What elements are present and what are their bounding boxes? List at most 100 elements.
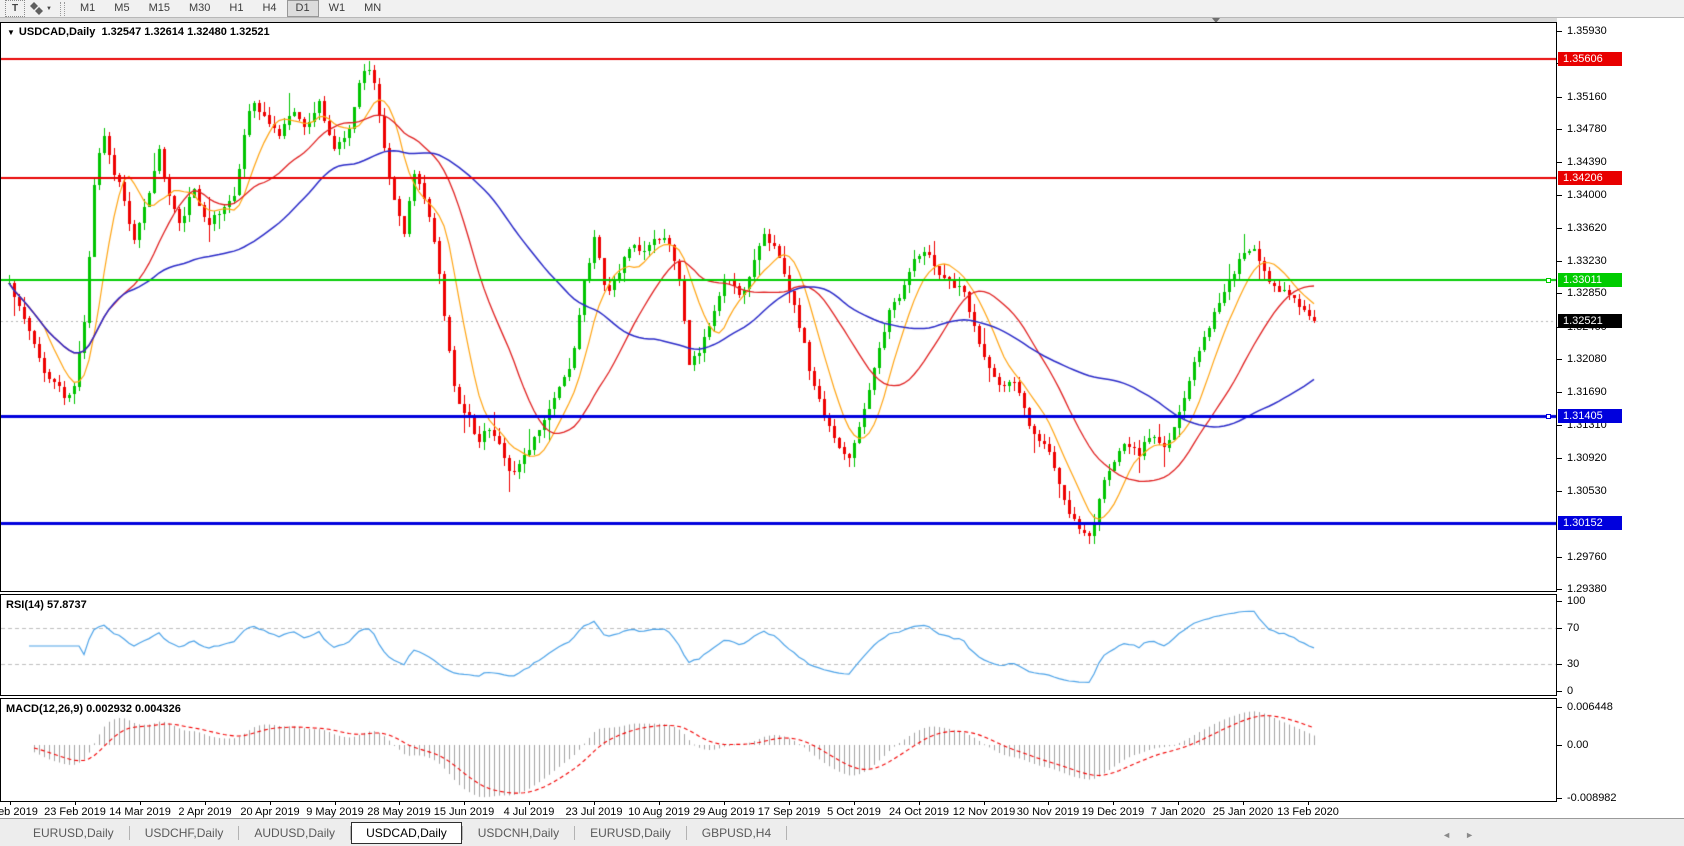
chart-tab-usdchf-daily[interactable]: USDCHF,Daily [130,822,239,844]
date-axis-label: 4 Jul 2019 [504,806,555,818]
price-axis-label: 0.006448 [1567,701,1613,713]
timeframe-button-m15[interactable]: M15 [140,0,179,17]
price-axis-tick [1556,359,1562,360]
chart-tab-eurusd-daily[interactable]: EURUSD,Daily [575,822,686,844]
timeframe-buttons: M1M5M15M30H1H4D1W1MN [71,0,391,17]
price-axis-label: 1.33620 [1567,222,1607,234]
tab-scroll-arrows: ◄ ► [1442,830,1474,840]
date-axis-label: 12 Nov 2019 [953,806,1015,818]
price-axis-label: 1.30920 [1567,452,1607,464]
price-axis-tick [1556,557,1562,558]
date-axis-label: 13 Feb 2020 [1277,806,1339,818]
price-axis-tick [1556,261,1562,262]
date-axis-label: 9 May 2019 [306,806,363,818]
date-axis-tick [10,802,11,805]
chart-tab-eurusd-daily[interactable]: EURUSD,Daily [18,822,129,844]
ohlc-quote: 1.32547 1.32614 1.32480 1.32521 [101,26,269,38]
price-axis-label: 1.31690 [1567,386,1607,398]
price-axis-tick [1556,228,1562,229]
rsi-label: RSI(14) 57.8737 [6,599,87,611]
price-level-badge: 1.32521 [1558,314,1622,328]
symbol-title: USDCAD,Daily [19,26,95,38]
timeframe-button-m30[interactable]: M30 [180,0,219,17]
date-axis-label: 7 Jan 2020 [1151,806,1205,818]
date-axis-tick [464,802,465,805]
price-axis-tick [1556,195,1562,196]
date-axis-tick [270,802,271,805]
price-axis-label: 1.29760 [1567,551,1607,563]
price-axis-tick [1556,707,1562,708]
timeframe-button-w1[interactable]: W1 [320,0,355,17]
price-level-badge: 1.30152 [1558,516,1622,530]
price-axis-tick [1556,392,1562,393]
date-axis-label: 10 Aug 2019 [628,806,690,818]
timeframe-button-m5[interactable]: M5 [105,0,138,17]
chart-tab-usdcnh-daily[interactable]: USDCNH,Daily [463,822,574,844]
price-axis-tick [1556,664,1562,665]
chart-tab-gbpusd-h4[interactable]: GBPUSD,H4 [687,822,786,844]
price-axis-tick [1556,293,1562,294]
price-axis-label: 1.35160 [1567,91,1607,103]
price-axis-tick [1556,628,1562,629]
price-axis-tick [1556,162,1562,163]
price-axis-tick [1556,601,1562,602]
date-axis-tick [1178,802,1179,805]
date-axis-label: 28 May 2019 [367,806,431,818]
tab-scroll-left-icon[interactable]: ◄ [1442,830,1451,840]
price-axis-tick [1556,425,1562,426]
price-axis-label: 70 [1567,622,1579,634]
price-axis-label: 1.33230 [1567,255,1607,267]
price-axis-tick [1556,589,1562,590]
date-axis-label: 23 Feb 2019 [44,806,106,818]
date-axis-tick [1308,802,1309,805]
timeframe-button-h1[interactable]: H1 [220,0,252,17]
price-axis-label: 1.29380 [1567,583,1607,595]
price-axis-label: 100 [1567,595,1585,607]
price-axis-label: 1.35930 [1567,25,1607,37]
price-axis-tick [1556,31,1562,32]
date-axis-tick [659,802,660,805]
trading-terminal-window: T ▼ M1M5M15M30H1H4D1W1MN ▼ USDCAD,Daily 1… [0,0,1684,846]
price-axis-label: 1.30530 [1567,485,1607,497]
date-axis-tick [205,802,206,805]
price-level-badge: 1.34206 [1558,171,1622,185]
level-line-handle[interactable] [1546,278,1551,283]
tab-scroll-right-icon[interactable]: ► [1465,830,1474,840]
pointer-mode-button[interactable]: ▼ [28,1,54,16]
price-axis-label: -0.008982 [1567,792,1617,804]
date-axis-label: 23 Jul 2019 [566,806,623,818]
price-axis-label: 30 [1567,658,1579,670]
date-axis-tick [75,802,76,805]
macd-canvas[interactable] [1,699,1556,801]
price-level-badge: 1.33011 [1558,273,1622,287]
date-axis-tick [594,802,595,805]
level-line-handle[interactable] [1546,414,1551,419]
price-axis-tick [1556,691,1562,692]
price-axis-tick [1556,458,1562,459]
date-axis-tick [854,802,855,805]
rsi-canvas[interactable] [1,595,1556,695]
toolbar: T ▼ M1M5M15M30H1H4D1W1MN [0,0,1684,18]
price-axis-label: 0 [1567,685,1573,697]
timeframe-button-mn[interactable]: MN [355,0,390,17]
price-axis-label: 1.32080 [1567,353,1607,365]
chart-tab-audusd-daily[interactable]: AUDUSD,Daily [239,822,350,844]
date-axis-label: 29 Aug 2019 [693,806,755,818]
timeframe-button-h4[interactable]: H4 [253,0,285,17]
date-axis-tick [724,802,725,805]
price-level-badge: 1.35606 [1558,52,1622,66]
price-axis-label: 1.34000 [1567,189,1607,201]
date-axis-tick [1113,802,1114,805]
sort-arrows-icon [30,2,43,15]
timeframe-button-m1[interactable]: M1 [71,0,104,17]
chart-header: ▼ USDCAD,Daily 1.32547 1.32614 1.32480 1.… [7,26,270,38]
text-tool-button[interactable]: T [5,0,25,17]
date-axis-label: 24 Oct 2019 [889,806,949,818]
price-axis-label: 0.00 [1567,739,1588,751]
date-axis-tick [1243,802,1244,805]
chart-tab-usdcad-daily[interactable]: USDCAD,Daily [351,822,462,844]
timeframe-button-d1[interactable]: D1 [287,0,319,17]
symbol-caret-icon: ▼ [7,28,15,37]
date-axis-label: 25 Jan 2020 [1213,806,1274,818]
main-chart-canvas[interactable] [1,23,1556,591]
